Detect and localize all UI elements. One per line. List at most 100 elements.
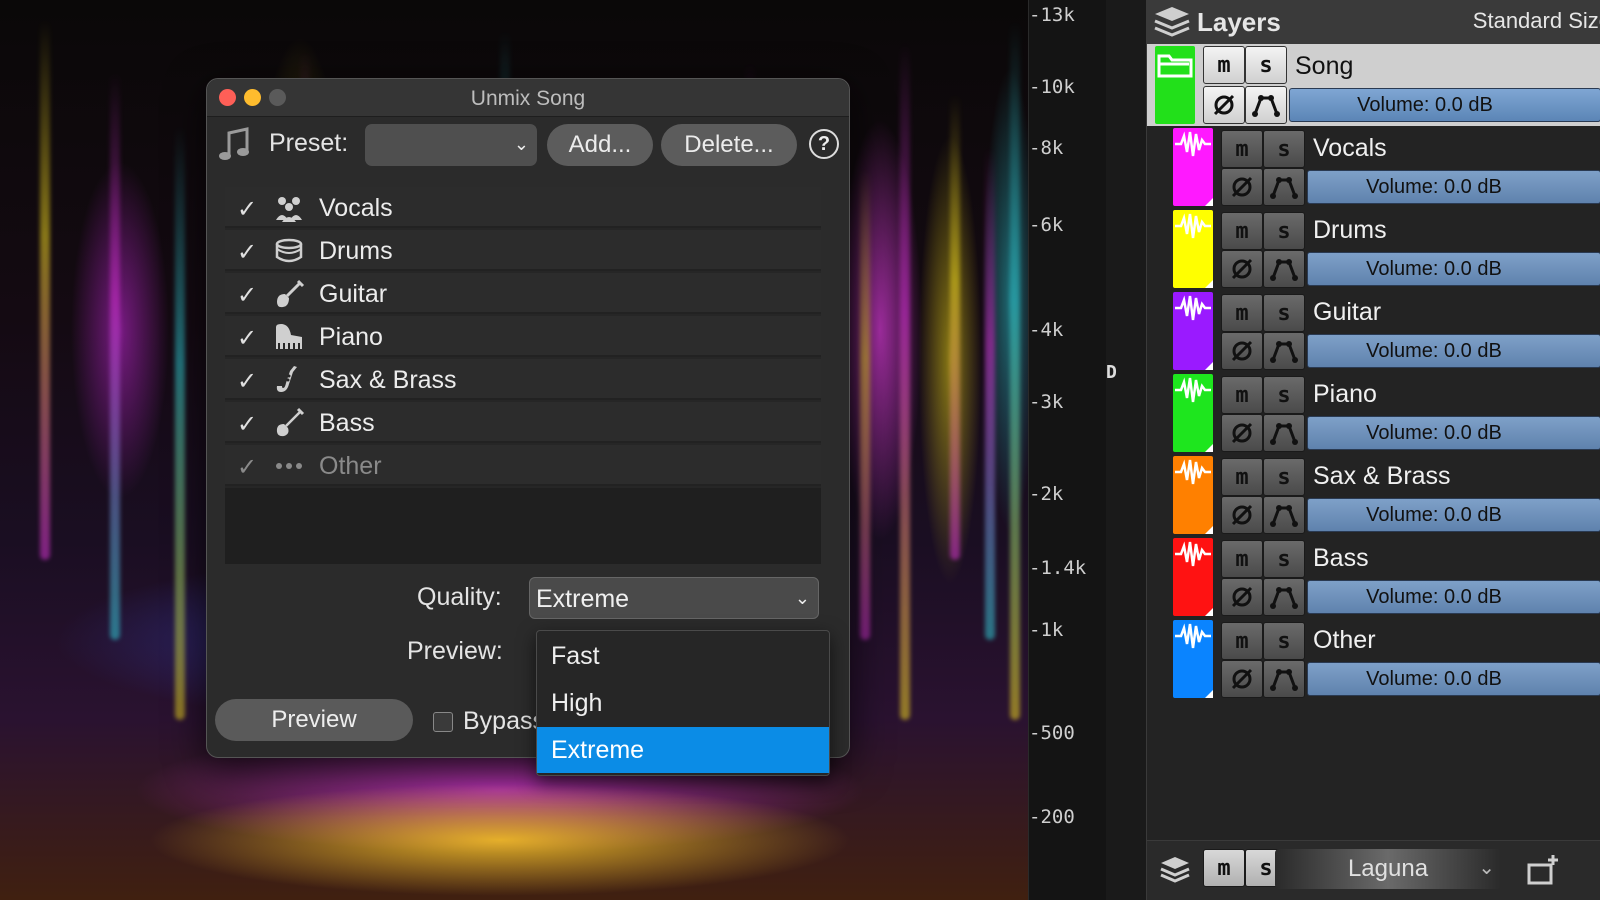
mute-button[interactable]: m (1221, 540, 1263, 578)
phase-invert-icon (1231, 258, 1253, 280)
envelope-button[interactable] (1263, 250, 1305, 288)
layer-row-piano[interactable]: m s Piano Volume: 0.0 dB (1147, 372, 1600, 454)
layer-row-bass[interactable]: m s Bass Volume: 0.0 dB (1147, 536, 1600, 618)
layer-color-swatch[interactable] (1173, 128, 1213, 206)
layer-name[interactable]: Drums (1313, 216, 1387, 245)
preview-button[interactable]: Preview (215, 699, 413, 741)
layer-name[interactable]: Piano (1313, 380, 1377, 409)
phase-invert-button[interactable] (1221, 168, 1263, 206)
envelope-button[interactable] (1263, 660, 1305, 698)
envelope-button[interactable] (1263, 496, 1305, 534)
envelope-button[interactable] (1245, 86, 1287, 124)
stem-row-vocals[interactable]: ✓ Vocals (225, 187, 821, 228)
volume-slider[interactable]: Volume: 0.0 dB (1307, 334, 1600, 368)
layer-name[interactable]: Sax & Brass (1313, 462, 1451, 491)
layer-row-vocals[interactable]: m s Vocals Volume: 0.0 dB (1147, 126, 1600, 208)
phase-invert-button[interactable] (1221, 332, 1263, 370)
envelope-button[interactable] (1263, 578, 1305, 616)
envelope-button[interactable] (1263, 332, 1305, 370)
volume-slider[interactable]: Volume: 0.0 dB (1289, 88, 1600, 122)
volume-slider[interactable]: Volume: 0.0 dB (1307, 416, 1600, 450)
solo-button[interactable]: s (1263, 540, 1305, 578)
layer-color-swatch[interactable] (1173, 538, 1213, 616)
solo-button[interactable]: s (1263, 622, 1305, 660)
layer-row-song[interactable]: m s Song Volume: 0.0 dB (1147, 44, 1600, 126)
phase-invert-button[interactable] (1221, 250, 1263, 288)
stem-checkbox[interactable]: ✓ (237, 367, 257, 395)
volume-slider[interactable]: Volume: 0.0 dB (1307, 498, 1600, 532)
layers-stack-icon[interactable] (1157, 851, 1193, 887)
chevron-down-icon: ⌄ (1478, 857, 1495, 879)
solo-button[interactable]: s (1263, 376, 1305, 414)
volume-slider[interactable]: Volume: 0.0 dB (1307, 580, 1600, 614)
stem-checkbox[interactable]: ✓ (237, 324, 257, 352)
layer-color-swatch[interactable] (1155, 46, 1195, 124)
layer-color-swatch[interactable] (1173, 456, 1213, 534)
stem-checkbox[interactable]: ✓ (237, 410, 257, 438)
quality-select[interactable]: Extreme ⌄ (529, 577, 819, 619)
mute-button[interactable]: m (1221, 212, 1263, 250)
phase-invert-button[interactable] (1221, 578, 1263, 616)
envelope-button[interactable] (1263, 168, 1305, 206)
volume-slider[interactable]: Volume: 0.0 dB (1307, 662, 1600, 696)
layer-size-selector[interactable]: Standard Size (1473, 8, 1600, 34)
layer-color-swatch[interactable] (1173, 210, 1213, 288)
mute-all-button[interactable]: m (1203, 849, 1245, 887)
phase-invert-button[interactable] (1221, 414, 1263, 452)
layer-name[interactable]: Guitar (1313, 298, 1381, 327)
stem-row-drums[interactable]: ✓ Drums (225, 230, 821, 271)
solo-button[interactable]: s (1245, 46, 1287, 84)
solo-button[interactable]: s (1263, 130, 1305, 168)
stem-label: Other (319, 452, 382, 480)
solo-button[interactable]: s (1263, 212, 1305, 250)
layer-preset-select[interactable]: Laguna ⌄ (1275, 849, 1501, 889)
stem-row-bass[interactable]: ✓ Bass (225, 402, 821, 443)
stem-checkbox[interactable]: ✓ (237, 453, 257, 481)
solo-button[interactable]: s (1263, 458, 1305, 496)
quality-option-extreme[interactable]: Extreme (537, 727, 829, 773)
mute-button[interactable]: m (1221, 458, 1263, 496)
envelope-button[interactable] (1263, 414, 1305, 452)
dialog-titlebar[interactable]: Unmix Song (207, 79, 849, 117)
volume-slider[interactable]: Volume: 0.0 dB (1307, 252, 1600, 286)
quality-option-high[interactable]: High (537, 680, 829, 726)
help-icon[interactable]: ? (809, 129, 839, 159)
bypass-checkbox-box[interactable] (433, 711, 453, 732)
stem-checkbox[interactable]: ✓ (237, 281, 257, 309)
mute-button[interactable]: m (1221, 130, 1263, 168)
layer-name[interactable]: Song (1295, 52, 1353, 81)
waveform-icon (1175, 295, 1211, 321)
stem-checkbox[interactable]: ✓ (237, 238, 257, 266)
stem-row-guitar[interactable]: ✓ Guitar (225, 273, 821, 314)
layer-color-swatch[interactable] (1173, 374, 1213, 452)
stem-row-other[interactable]: ✓ Other (225, 445, 821, 486)
layer-row-other[interactable]: m s Other Volume: 0.0 dB (1147, 618, 1600, 700)
delete-preset-button[interactable]: Delete... (661, 124, 797, 166)
stem-row-sax-brass[interactable]: ✓ Sax & Brass (225, 359, 821, 400)
volume-slider[interactable]: Volume: 0.0 dB (1307, 170, 1600, 204)
layers-panel: Layers Standard Size m s Song Volume: 0.… (1146, 0, 1600, 900)
stem-checkbox[interactable]: ✓ (237, 195, 257, 223)
layer-name[interactable]: Bass (1313, 544, 1369, 573)
quality-option-fast[interactable]: Fast (537, 633, 829, 679)
layer-row-drums[interactable]: m s Drums Volume: 0.0 dB (1147, 208, 1600, 290)
layer-color-swatch[interactable] (1173, 292, 1213, 370)
solo-button[interactable]: s (1263, 294, 1305, 332)
mute-button[interactable]: m (1221, 376, 1263, 414)
stem-row-piano[interactable]: ✓ Piano (225, 316, 821, 357)
bypass-checkbox[interactable]: Bypass (433, 707, 545, 736)
phase-invert-button[interactable] (1221, 660, 1263, 698)
layer-name[interactable]: Vocals (1313, 134, 1387, 163)
preset-select[interactable]: ⌄ (365, 124, 537, 166)
mute-button[interactable]: m (1203, 46, 1245, 84)
layer-row-guitar[interactable]: m s Guitar Volume: 0.0 dB (1147, 290, 1600, 372)
mute-button[interactable]: m (1221, 294, 1263, 332)
layer-name[interactable]: Other (1313, 626, 1376, 655)
phase-invert-button[interactable] (1203, 86, 1245, 124)
add-preset-button[interactable]: Add... (547, 124, 653, 166)
layer-row-sax-brass[interactable]: m s Sax & Brass Volume: 0.0 dB (1147, 454, 1600, 536)
layer-color-swatch[interactable] (1173, 620, 1213, 698)
add-layer-icon[interactable] (1525, 851, 1561, 887)
phase-invert-button[interactable] (1221, 496, 1263, 534)
mute-button[interactable]: m (1221, 622, 1263, 660)
